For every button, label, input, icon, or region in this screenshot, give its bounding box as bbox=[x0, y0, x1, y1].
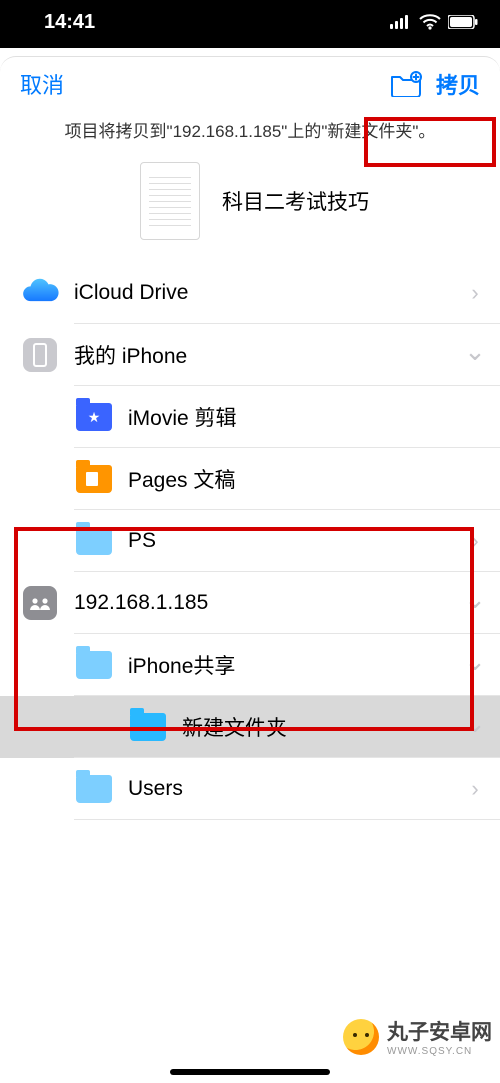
new-folder-icon[interactable] bbox=[390, 71, 422, 97]
folder-label: Pages 文稿 bbox=[128, 464, 500, 494]
location-my-iphone[interactable]: 我的 iPhone bbox=[0, 324, 500, 386]
copy-button[interactable]: 拷贝 bbox=[436, 68, 480, 100]
chevron-right-icon bbox=[460, 280, 500, 306]
folder-icon bbox=[74, 645, 114, 685]
chevron-down-icon bbox=[460, 588, 500, 619]
icloud-icon bbox=[20, 273, 60, 313]
copy-destination-subtitle: 项目将拷贝到"192.168.1.185"上的"新建文件夹"。 bbox=[0, 111, 500, 152]
wifi-icon bbox=[419, 14, 441, 30]
watermark-text: 丸子安卓网 bbox=[387, 1021, 492, 1044]
folder-icon bbox=[74, 459, 114, 499]
iphone-icon bbox=[20, 335, 60, 375]
location-label: 我的 iPhone bbox=[74, 340, 460, 370]
folder-new-folder[interactable]: 新建文件夹 bbox=[0, 696, 500, 758]
status-time: 14:41 bbox=[44, 11, 95, 34]
folder-users[interactable]: Users bbox=[0, 758, 500, 820]
watermark-logo bbox=[343, 1019, 379, 1055]
battery-icon bbox=[448, 15, 478, 29]
location-label: iCloud Drive bbox=[74, 281, 460, 305]
cellular-icon bbox=[390, 15, 412, 29]
home-indicator bbox=[170, 1069, 330, 1075]
copy-sheet: 取消 拷贝 项目将拷贝到"192.168.1.185"上的"新建文件夹"。 科目… bbox=[0, 56, 500, 1083]
location-label: 192.168.1.185 bbox=[74, 591, 460, 615]
watermark: 丸子安卓网 WWW.SQSY.CN bbox=[343, 1016, 492, 1057]
cancel-button[interactable]: 取消 bbox=[20, 68, 64, 100]
folder-icon bbox=[74, 521, 114, 561]
location-icloud[interactable]: iCloud Drive bbox=[0, 262, 500, 324]
chevron-down-icon bbox=[460, 650, 500, 681]
server-icon bbox=[20, 583, 60, 623]
folder-imovie[interactable]: iMovie 剪辑 bbox=[0, 386, 500, 448]
chevron-down-icon bbox=[460, 340, 500, 371]
file-preview: 科目二考试技巧 bbox=[0, 152, 500, 262]
folder-icon bbox=[74, 397, 114, 437]
folder-label: 新建文件夹 bbox=[182, 712, 460, 742]
watermark-url: WWW.SQSY.CN bbox=[387, 1046, 492, 1057]
file-title: 科目二考试技巧 bbox=[222, 186, 369, 216]
folder-iphone-share[interactable]: iPhone共享 bbox=[0, 634, 500, 696]
status-icons bbox=[390, 14, 478, 30]
folder-label: iMovie 剪辑 bbox=[128, 402, 500, 432]
location-server[interactable]: 192.168.1.185 bbox=[0, 572, 500, 634]
chevron-right-icon bbox=[460, 776, 500, 802]
folder-pages[interactable]: Pages 文稿 bbox=[0, 448, 500, 510]
file-thumbnail bbox=[140, 162, 200, 240]
folder-label: PS bbox=[128, 529, 460, 553]
sheet-navbar: 取消 拷贝 bbox=[0, 57, 500, 111]
chevron-down-icon bbox=[460, 712, 500, 743]
folder-label: iPhone共享 bbox=[128, 650, 460, 680]
folder-label: Users bbox=[128, 777, 460, 801]
folder-icon bbox=[74, 769, 114, 809]
locations-list: iCloud Drive 我的 iPhone iMovie 剪辑 Pages 文… bbox=[0, 262, 500, 820]
folder-ps[interactable]: PS bbox=[0, 510, 500, 572]
chevron-right-icon bbox=[460, 528, 500, 554]
status-bar: 14:41 bbox=[0, 0, 500, 48]
folder-icon bbox=[128, 707, 168, 747]
